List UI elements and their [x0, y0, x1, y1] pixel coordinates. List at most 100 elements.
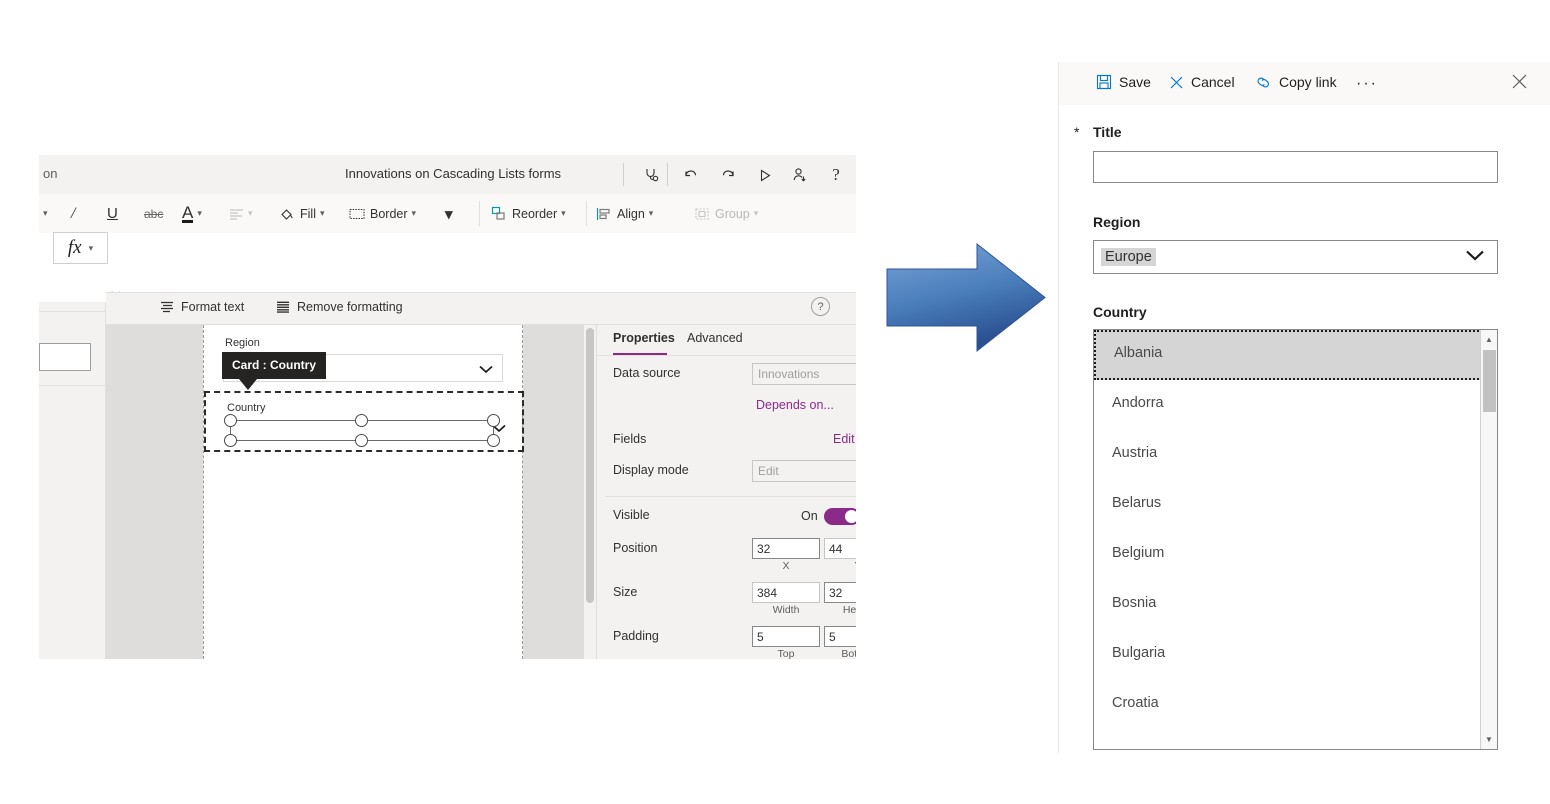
italic-icon[interactable]: / — [71, 194, 75, 233]
border-icon[interactable]: Border ▾ — [349, 194, 416, 233]
data-source-label: Data source — [613, 366, 680, 380]
country-option[interactable]: Andorra — [1094, 380, 1482, 430]
data-source-select[interactable]: Innovations ▾ — [752, 363, 856, 385]
resize-handle-top-center[interactable] — [355, 414, 368, 427]
data-source-value: Innovations — [758, 367, 819, 381]
country-card-label: Country — [227, 402, 266, 414]
country-option[interactable]: Bosnia — [1094, 580, 1482, 630]
size-width-caption: Width — [752, 604, 820, 616]
studio-breadcrumb-fragment: on — [43, 166, 57, 181]
padding-bottom-caption: Bottom — [824, 648, 856, 659]
country-option[interactable]: Belarus — [1094, 480, 1482, 530]
depends-on-link[interactable]: Depends on... — [756, 398, 834, 412]
scroll-down-arrow-icon[interactable]: ▼ — [1481, 731, 1497, 748]
country-option-label: Austria — [1112, 445, 1157, 461]
country-option-label: Bulgaria — [1112, 645, 1165, 661]
padding-top-input[interactable]: 5 — [752, 626, 820, 647]
preview-play-icon[interactable] — [752, 163, 776, 187]
underline-icon[interactable]: U — [107, 194, 118, 233]
powerapps-studio-window: on Innovations on Cascading Lists forms — [39, 155, 856, 659]
ribbon-divider-2 — [586, 201, 587, 226]
size-height-input[interactable]: 32 — [824, 582, 856, 603]
app-checker-icon[interactable] — [639, 163, 663, 187]
region-selected-value: Europe — [1101, 248, 1156, 266]
more-options-chevron-icon[interactable]: ▾ — [445, 194, 453, 233]
country-option-label: Albania — [1114, 345, 1162, 361]
display-mode-label: Display mode — [613, 463, 689, 477]
position-y-input[interactable]: 44 — [824, 538, 856, 559]
scroll-up-arrow-icon[interactable]: ▲ — [1481, 331, 1497, 348]
country-data-card-selected[interactable]: Country — [204, 391, 524, 452]
country-listbox-scrollbar[interactable]: ▲ ▼ — [1480, 330, 1497, 749]
country-scrollbar-thumb[interactable] — [1483, 350, 1496, 412]
tab-advanced[interactable]: Advanced — [687, 331, 743, 345]
resize-handle-bottom-right[interactable] — [487, 434, 500, 447]
redo-icon[interactable] — [716, 163, 740, 187]
resize-handle-bottom-left[interactable] — [224, 434, 237, 447]
padding-bottom-input[interactable]: 5 — [824, 626, 856, 647]
visible-toggle[interactable] — [824, 508, 856, 525]
canvas-vertical-scrollbar[interactable] — [584, 325, 596, 659]
copy-link-button[interactable]: Copy link — [1255, 74, 1337, 90]
overflow-menu-button[interactable]: ··· — [1356, 75, 1378, 93]
formula-format-strip: Format text Remove formatting — [106, 292, 856, 325]
country-option[interactable]: Belgium — [1094, 530, 1482, 580]
share-user-icon[interactable] — [788, 163, 812, 187]
close-x-icon — [1169, 75, 1184, 90]
tab-properties[interactable]: Properties — [613, 331, 675, 345]
format-text-button[interactable]: Format text — [160, 300, 244, 314]
country-option[interactable]: Croatia — [1094, 680, 1482, 730]
cancel-button[interactable]: Cancel — [1169, 74, 1235, 90]
studio-top-command-bar: on Innovations on Cascading Lists forms — [39, 155, 856, 195]
country-option-label: Croatia — [1112, 695, 1159, 711]
strikethrough-icon[interactable]: abc — [144, 194, 163, 233]
position-x-caption: X — [752, 560, 820, 572]
left-panel-search-input[interactable] — [39, 343, 91, 371]
fx-property-selector[interactable]: fx ▾ — [53, 232, 108, 264]
display-mode-select[interactable]: Edit ▾ — [752, 460, 856, 482]
flow-arrow — [885, 240, 1055, 355]
chevron-down-icon — [1465, 249, 1485, 267]
properties-panel: Properties Advanced Data source Innovati… — [596, 325, 856, 659]
link-icon — [1255, 75, 1272, 90]
fx-label: fx — [68, 237, 82, 259]
formula-help-icon[interactable]: ? — [811, 297, 830, 316]
fill-bucket-icon[interactable]: Fill ▾ — [279, 194, 325, 233]
font-color-icon[interactable]: A ▾ — [182, 194, 202, 233]
topbar-divider-2 — [667, 163, 668, 186]
title-input[interactable] — [1093, 151, 1498, 183]
close-icon[interactable] — [1511, 73, 1528, 95]
studio-formatting-ribbon: ▾ / U abc A ▾ ▾ — [39, 194, 856, 234]
resize-handle-top-left[interactable] — [224, 414, 237, 427]
tooltip-tail — [239, 379, 257, 390]
reorder-icon[interactable]: Reorder ▾ — [491, 194, 566, 233]
align-left-icon[interactable]: ▾ — [229, 194, 253, 233]
align-objects-icon[interactable]: Align ▾ — [596, 194, 653, 233]
remove-formatting-button[interactable]: Remove formatting — [276, 300, 403, 314]
region-combobox[interactable]: Europe — [1093, 240, 1498, 274]
canvas-scrollbar-thumb[interactable] — [586, 328, 594, 603]
fields-edit-link[interactable]: Edit — [833, 432, 855, 446]
undo-icon[interactable] — [678, 163, 702, 187]
size-label: Size — [613, 585, 637, 599]
position-y-value: 44 — [829, 542, 842, 556]
country-option[interactable]: Austria — [1094, 430, 1482, 480]
help-icon[interactable]: ? — [824, 163, 848, 187]
padding-top-caption: Top — [752, 648, 820, 659]
title-field-label: Title — [1093, 124, 1122, 140]
country-option[interactable]: Albania — [1094, 330, 1482, 380]
app-canvas: Region Card : Country Country — [106, 325, 596, 659]
region-card-label: Region — [225, 337, 260, 349]
save-button[interactable]: Save — [1096, 74, 1151, 90]
position-x-input[interactable]: 32 — [752, 538, 820, 559]
title-required-asterisk: * — [1074, 124, 1079, 140]
region-data-card[interactable]: Region Card : Country — [204, 325, 524, 391]
canvas-screen: Region Card : Country Country — [203, 325, 523, 659]
resize-handle-bottom-center[interactable] — [355, 434, 368, 447]
country-option[interactable]: Bulgaria — [1094, 630, 1482, 680]
cancel-label: Cancel — [1191, 74, 1235, 90]
country-listbox[interactable]: Albania Andorra Austria BelarusBelgiumBosni… — [1093, 329, 1498, 750]
resize-handle-top-right[interactable] — [487, 414, 500, 427]
font-size-dropdown[interactable]: ▾ — [39, 194, 48, 233]
size-width-input[interactable]: 384 — [752, 582, 820, 603]
